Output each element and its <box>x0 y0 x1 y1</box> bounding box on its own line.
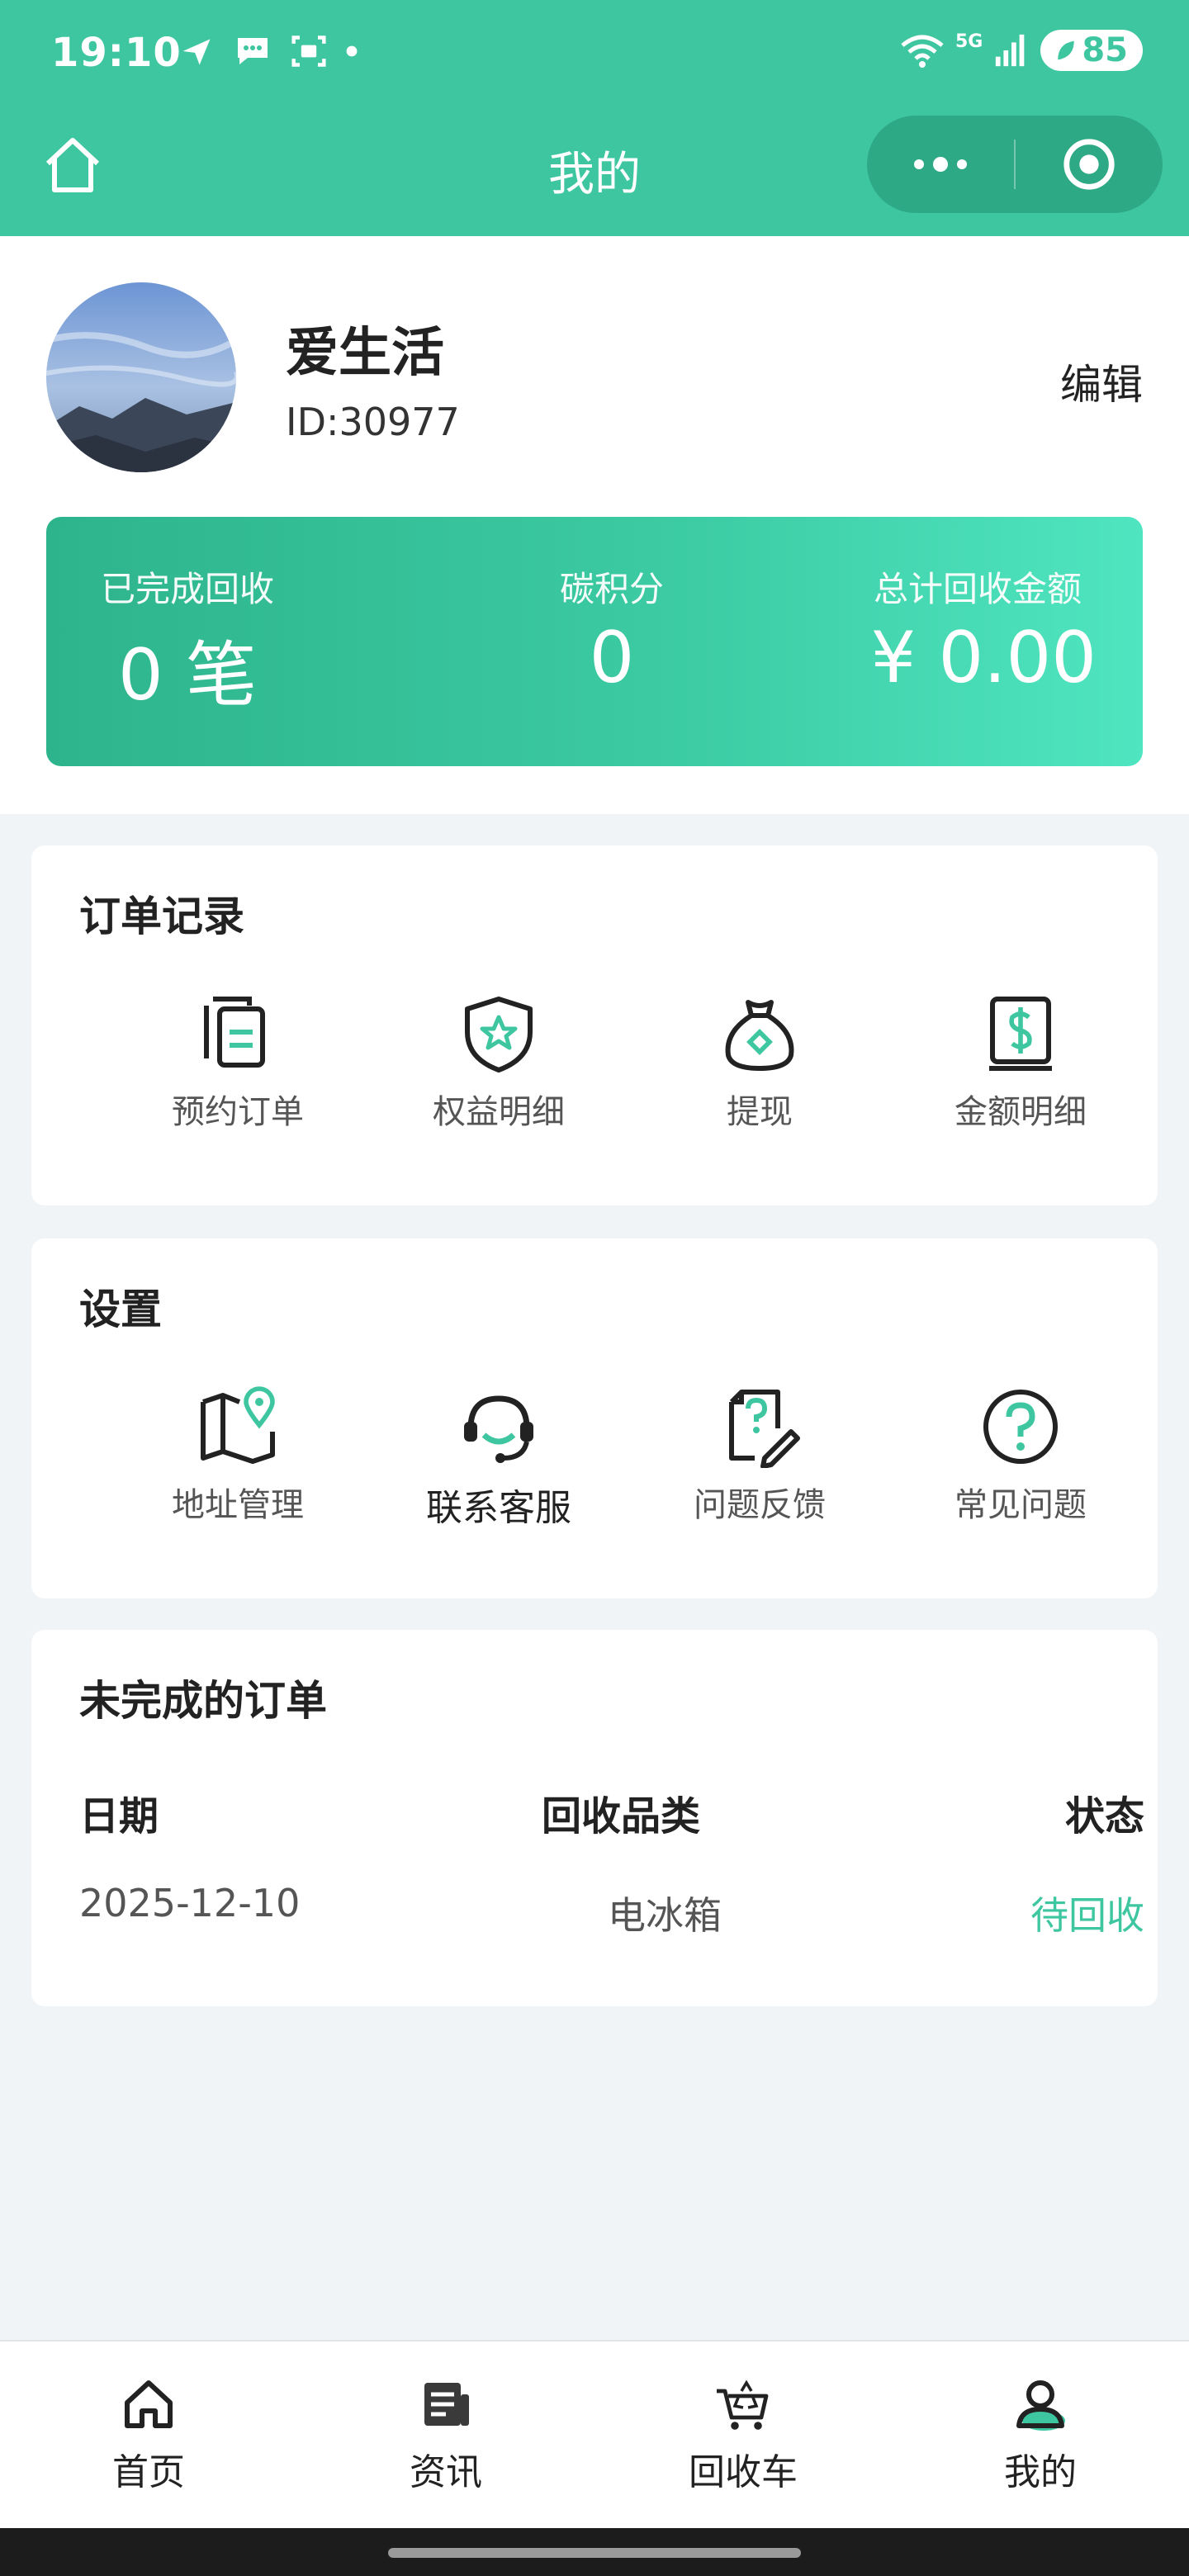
network-type: 5G <box>955 31 983 52</box>
news-icon <box>424 2383 469 2426</box>
column-date: 日期 <box>79 1793 159 1840</box>
order-records-card: 订单记录 预约订单 权益明细 提现 金额明细 <box>31 845 1158 1205</box>
send-icon <box>182 39 211 65</box>
tab-recycle-cart-label: 回收车 <box>689 2451 798 2493</box>
signal-icon <box>996 34 1025 67</box>
target-icon <box>1063 139 1115 190</box>
settings-grid: 地址管理 联系客服 问题反馈 常见问题 <box>31 1385 1158 1531</box>
settings-label-customer-service: 联系客服 <box>426 1487 571 1529</box>
settings-label-feedback: 问题反馈 <box>694 1486 826 1524</box>
order-records-item-reservations[interactable]: 预约订单 <box>107 992 368 1133</box>
order-date: 2025-12-10 <box>79 1881 301 1925</box>
avatar[interactable] <box>46 282 236 472</box>
question-circle-icon <box>983 1390 1058 1464</box>
edit-profile-button[interactable]: 编辑 <box>1060 352 1143 411</box>
order-records-grid: 预约订单 权益明细 提现 金额明细 <box>31 992 1158 1133</box>
more-button[interactable] <box>867 116 1014 213</box>
settings-item-address[interactable]: 地址管理 <box>107 1385 368 1531</box>
message-icon <box>238 38 268 64</box>
more-dots-icon <box>914 157 967 172</box>
completed-stat[interactable]: 已完成回收 0 笔 <box>94 561 281 720</box>
order-records-title: 订单记录 <box>79 893 244 940</box>
settings-label-faq: 常见问题 <box>955 1486 1087 1524</box>
battery-indicator: 85 <box>1040 30 1143 71</box>
completed-label: 已完成回收 <box>100 569 274 609</box>
settings-card: 设置 地址管理 联系客服 问题反馈 常见问题 <box>31 1238 1158 1598</box>
tab-home-label: 首页 <box>112 2451 185 2493</box>
column-category: 回收品类 <box>542 1793 701 1840</box>
dot-icon <box>346 45 358 57</box>
tab-mine[interactable]: 我的 <box>892 2342 1189 2530</box>
tab-home[interactable]: 首页 <box>0 2342 297 2530</box>
tab-recycle-cart[interactable]: 回收车 <box>594 2342 892 2530</box>
settings-label-address: 地址管理 <box>172 1486 304 1524</box>
order-category: 电冰箱 <box>608 1893 722 1938</box>
profile-section: 爱生活 ID:30977 编辑 已完成回收 0 笔 碳积分 0 总计回收金额 ¥… <box>0 236 1189 814</box>
settings-item-feedback[interactable]: 问题反馈 <box>629 1385 890 1531</box>
avatar-landscape-image <box>46 282 236 472</box>
completed-value: 0 笔 <box>117 634 258 717</box>
home-icon <box>125 2380 173 2428</box>
order-records-label-reservations: 预约订单 <box>172 1093 304 1131</box>
status-time: 19:10 <box>51 30 182 76</box>
total-amount-stat[interactable]: 总计回收金额 ¥ 0.00 <box>870 561 1097 699</box>
order-records-label-amount-detail: 金额明细 <box>955 1093 1087 1131</box>
screenshot-icon <box>291 36 326 67</box>
stats-card: 已完成回收 0 笔 碳积分 0 总计回收金额 ¥ 0.00 <box>46 517 1143 766</box>
unfinished-orders-title: 未完成的订单 <box>79 1677 327 1725</box>
carbon-value: 0 <box>589 617 635 699</box>
money-bag-icon <box>725 1000 794 1072</box>
user-icon <box>1016 2380 1065 2431</box>
wifi-icon <box>901 35 944 68</box>
feedback-edit-icon <box>729 1390 800 1468</box>
order-status: 待回收 <box>1030 1893 1144 1938</box>
close-miniprogram-button[interactable] <box>1016 116 1163 213</box>
order-records-label-withdraw: 提现 <box>727 1093 793 1131</box>
total-value: ¥ 0.00 <box>870 617 1097 699</box>
miniprogram-capsule <box>867 116 1163 213</box>
unfinished-orders-card: 未完成的订单 日期 回收品类 状态 2025-12-10 电冰箱 待回收 <box>31 1630 1158 2006</box>
notification-icons <box>178 33 358 69</box>
leaf-icon <box>1058 40 1075 60</box>
map-pin-icon <box>201 1386 275 1464</box>
top-bar: 19:10 5G 85 我的 <box>0 0 1189 236</box>
tab-mine-label: 我的 <box>1004 2451 1077 2493</box>
order-records-item-amount-detail[interactable]: 金额明细 <box>890 992 1151 1133</box>
order-records-item-benefits[interactable]: 权益明细 <box>368 992 629 1133</box>
recycle-cart-icon <box>717 2379 769 2430</box>
settings-title: 设置 <box>79 1286 162 1333</box>
gesture-handle[interactable] <box>388 2548 801 2558</box>
settings-item-faq[interactable]: 常见问题 <box>890 1385 1151 1531</box>
bottom-tab-bar: 首页 资讯 回收车 我的 <box>0 2340 1189 2530</box>
status-right: 5G 85 <box>899 30 1143 71</box>
total-label: 总计回收金额 <box>873 569 1082 609</box>
carbon-label: 碳积分 <box>559 569 664 609</box>
headset-icon <box>464 1395 533 1463</box>
tab-news-label: 资讯 <box>410 2451 482 2493</box>
documents-icon <box>204 997 265 1068</box>
username: 爱生活 <box>286 323 444 384</box>
battery-level: 85 <box>1082 31 1128 69</box>
user-id: ID:30977 <box>286 400 460 444</box>
settings-item-customer-service[interactable]: 联系客服 <box>368 1385 629 1531</box>
tab-news[interactable]: 资讯 <box>297 2342 594 2530</box>
column-status: 状态 <box>1064 1793 1144 1840</box>
order-records-label-benefits: 权益明细 <box>433 1093 565 1131</box>
dollar-receipt-icon <box>989 997 1052 1071</box>
carbon-stat[interactable]: 碳积分 0 <box>509 561 715 699</box>
shield-star-icon <box>465 997 533 1073</box>
order-records-item-withdraw[interactable]: 提现 <box>629 992 890 1133</box>
